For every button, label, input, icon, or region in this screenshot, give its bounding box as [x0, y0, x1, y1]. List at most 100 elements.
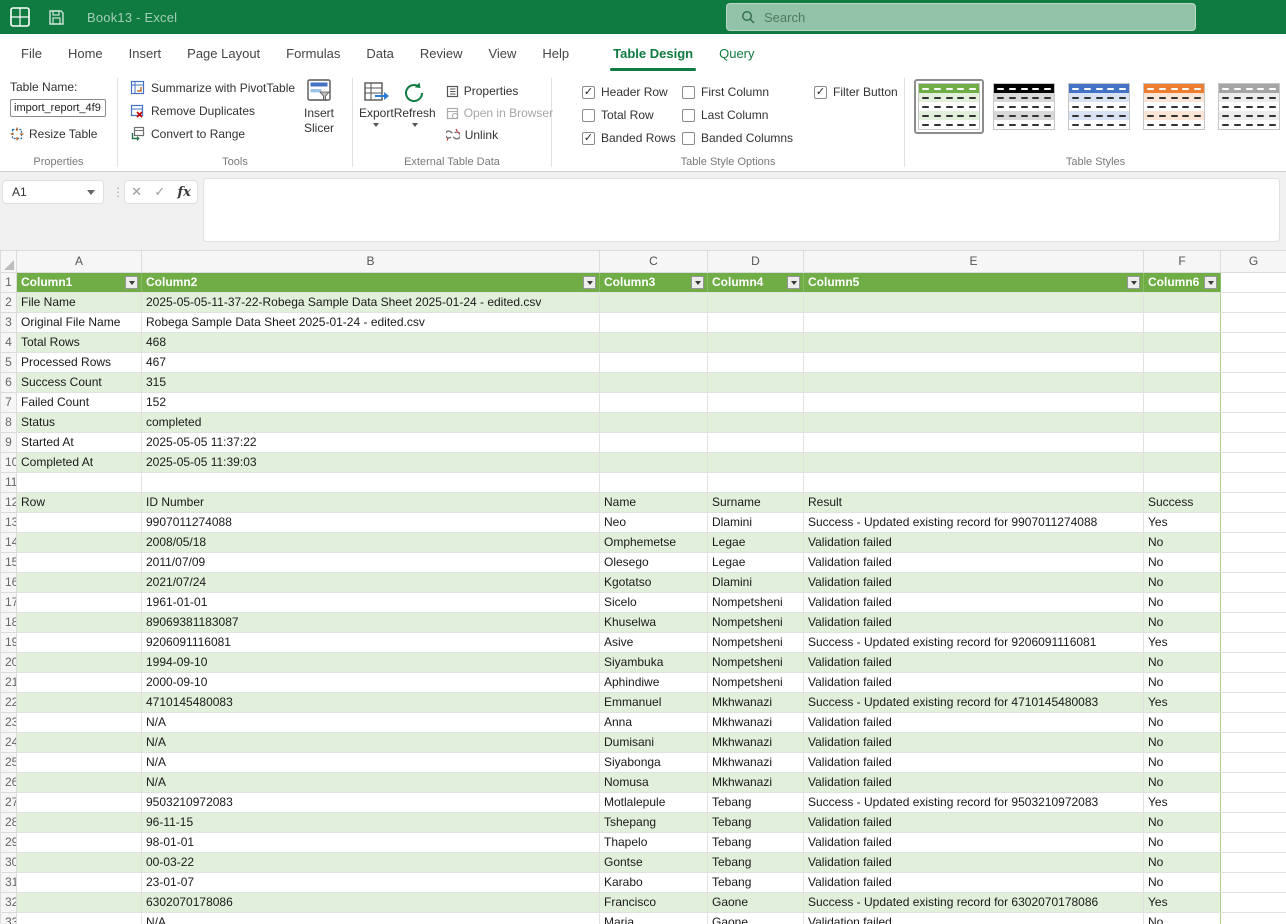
cell-F23[interactable]: No [1144, 713, 1221, 733]
cell-C29[interactable]: Thapelo [600, 833, 708, 853]
row-number-27[interactable]: 27 [1, 793, 17, 813]
cell-E33[interactable]: Validation failed [804, 913, 1144, 924]
cell-D31[interactable]: Tebang [708, 873, 804, 893]
cell-A28[interactable] [17, 813, 142, 833]
cell-E9[interactable] [804, 433, 1144, 453]
cell-F20[interactable]: No [1144, 653, 1221, 673]
cell-D6[interactable] [708, 373, 804, 393]
cell-B16[interactable]: 2021/07/24 [142, 573, 600, 593]
cell-D7[interactable] [708, 393, 804, 413]
row-number-20[interactable]: 20 [1, 653, 17, 673]
table-header-cell-A[interactable]: Column1 [17, 273, 142, 293]
cell-D32[interactable]: Gaone [708, 893, 804, 913]
row-number-18[interactable]: 18 [1, 613, 17, 633]
cell-F16[interactable]: No [1144, 573, 1221, 593]
cell-B31[interactable]: 23-01-07 [142, 873, 600, 893]
cell-G27[interactable] [1221, 793, 1286, 813]
cell-F28[interactable]: No [1144, 813, 1221, 833]
row-number-32[interactable]: 32 [1, 893, 17, 913]
cell-C25[interactable]: Siyabonga [600, 753, 708, 773]
cell-C33[interactable]: Maria [600, 913, 708, 924]
cell-E31[interactable]: Validation failed [804, 873, 1144, 893]
tab-insert[interactable]: Insert [116, 34, 175, 72]
row-number-15[interactable]: 15 [1, 553, 17, 573]
cell-E30[interactable]: Validation failed [804, 853, 1144, 873]
row-number-16[interactable]: 16 [1, 573, 17, 593]
cell-A13[interactable] [17, 513, 142, 533]
cancel-button[interactable]: ✕ [131, 184, 142, 200]
cell-E29[interactable]: Validation failed [804, 833, 1144, 853]
cell-E11[interactable] [804, 473, 1144, 493]
cell-D10[interactable] [708, 453, 804, 473]
cell-A11[interactable] [17, 473, 142, 493]
checkbox-box[interactable] [682, 132, 695, 145]
table-header-cell-C[interactable]: Column3 [600, 273, 708, 293]
cell-G21[interactable] [1221, 673, 1286, 693]
cell-A31[interactable] [17, 873, 142, 893]
cell-G16[interactable] [1221, 573, 1286, 593]
cell-D18[interactable]: Nompetsheni [708, 613, 804, 633]
tab-home[interactable]: Home [55, 34, 116, 72]
column-header-A[interactable]: A [17, 251, 142, 273]
cell-F9[interactable] [1144, 433, 1221, 453]
cell-F8[interactable] [1144, 413, 1221, 433]
cell-F6[interactable] [1144, 373, 1221, 393]
row-number-11[interactable]: 11 [1, 473, 17, 493]
cell-F3[interactable] [1144, 313, 1221, 333]
cell-A4[interactable]: Total Rows [17, 333, 142, 353]
cell-E12[interactable]: Result [804, 493, 1144, 513]
cell-D17[interactable]: Nompetsheni [708, 593, 804, 613]
cell-E24[interactable]: Validation failed [804, 733, 1144, 753]
column-header-C[interactable]: C [600, 251, 708, 273]
cell-A30[interactable] [17, 853, 142, 873]
cell-G14[interactable] [1221, 533, 1286, 553]
cell-E14[interactable]: Validation failed [804, 533, 1144, 553]
table-header-cell-F[interactable]: Column6 [1144, 273, 1221, 293]
cell-E4[interactable] [804, 333, 1144, 353]
row-number-29[interactable]: 29 [1, 833, 17, 853]
cell-A19[interactable] [17, 633, 142, 653]
cell-F32[interactable]: Yes [1144, 893, 1221, 913]
select-all-corner[interactable] [1, 251, 17, 273]
cell-C24[interactable]: Dumisani [600, 733, 708, 753]
cell-E23[interactable]: Validation failed [804, 713, 1144, 733]
cell-D3[interactable] [708, 313, 804, 333]
cell-E22[interactable]: Success - Updated existing record for 47… [804, 693, 1144, 713]
tab-help[interactable]: Help [529, 34, 582, 72]
cell-A21[interactable] [17, 673, 142, 693]
cell-F18[interactable]: No [1144, 613, 1221, 633]
cell-D2[interactable] [708, 293, 804, 313]
cell-C14[interactable]: Omphemetse [600, 533, 708, 553]
cell-D12[interactable]: Surname [708, 493, 804, 513]
excel-app-icon[interactable] [10, 7, 30, 27]
filter-button[interactable] [787, 276, 800, 289]
cell-B11[interactable] [142, 473, 600, 493]
tab-review[interactable]: Review [407, 34, 476, 72]
cell-A8[interactable]: Status [17, 413, 142, 433]
table-header-cell-B[interactable]: Column2 [142, 273, 600, 293]
cell-B14[interactable]: 2008/05/18 [142, 533, 600, 553]
table-properties-button[interactable]: Properties [446, 84, 553, 98]
cell-F13[interactable]: Yes [1144, 513, 1221, 533]
cell-C18[interactable]: Khuselwa [600, 613, 708, 633]
cell-C32[interactable]: Francisco [600, 893, 708, 913]
tab-file[interactable]: File [8, 34, 55, 72]
cell-A5[interactable]: Processed Rows [17, 353, 142, 373]
cell-B15[interactable]: 2011/07/09 [142, 553, 600, 573]
row-number-24[interactable]: 24 [1, 733, 17, 753]
row-number-28[interactable]: 28 [1, 813, 17, 833]
cell-C5[interactable] [600, 353, 708, 373]
cell-D28[interactable]: Tebang [708, 813, 804, 833]
cell-F29[interactable]: No [1144, 833, 1221, 853]
cell-F7[interactable] [1144, 393, 1221, 413]
cell-F30[interactable]: No [1144, 853, 1221, 873]
cell-B6[interactable]: 315 [142, 373, 600, 393]
cell-E13[interactable]: Success - Updated existing record for 99… [804, 513, 1144, 533]
cell-B3[interactable]: Robega Sample Data Sheet 2025-01-24 - ed… [142, 313, 600, 333]
cell-A16[interactable] [17, 573, 142, 593]
filter-button[interactable] [691, 276, 704, 289]
cell-C19[interactable]: Asive [600, 633, 708, 653]
cell-C26[interactable]: Nomusa [600, 773, 708, 793]
cell-D19[interactable]: Nompetsheni [708, 633, 804, 653]
cell-B18[interactable]: 89069381183087 [142, 613, 600, 633]
